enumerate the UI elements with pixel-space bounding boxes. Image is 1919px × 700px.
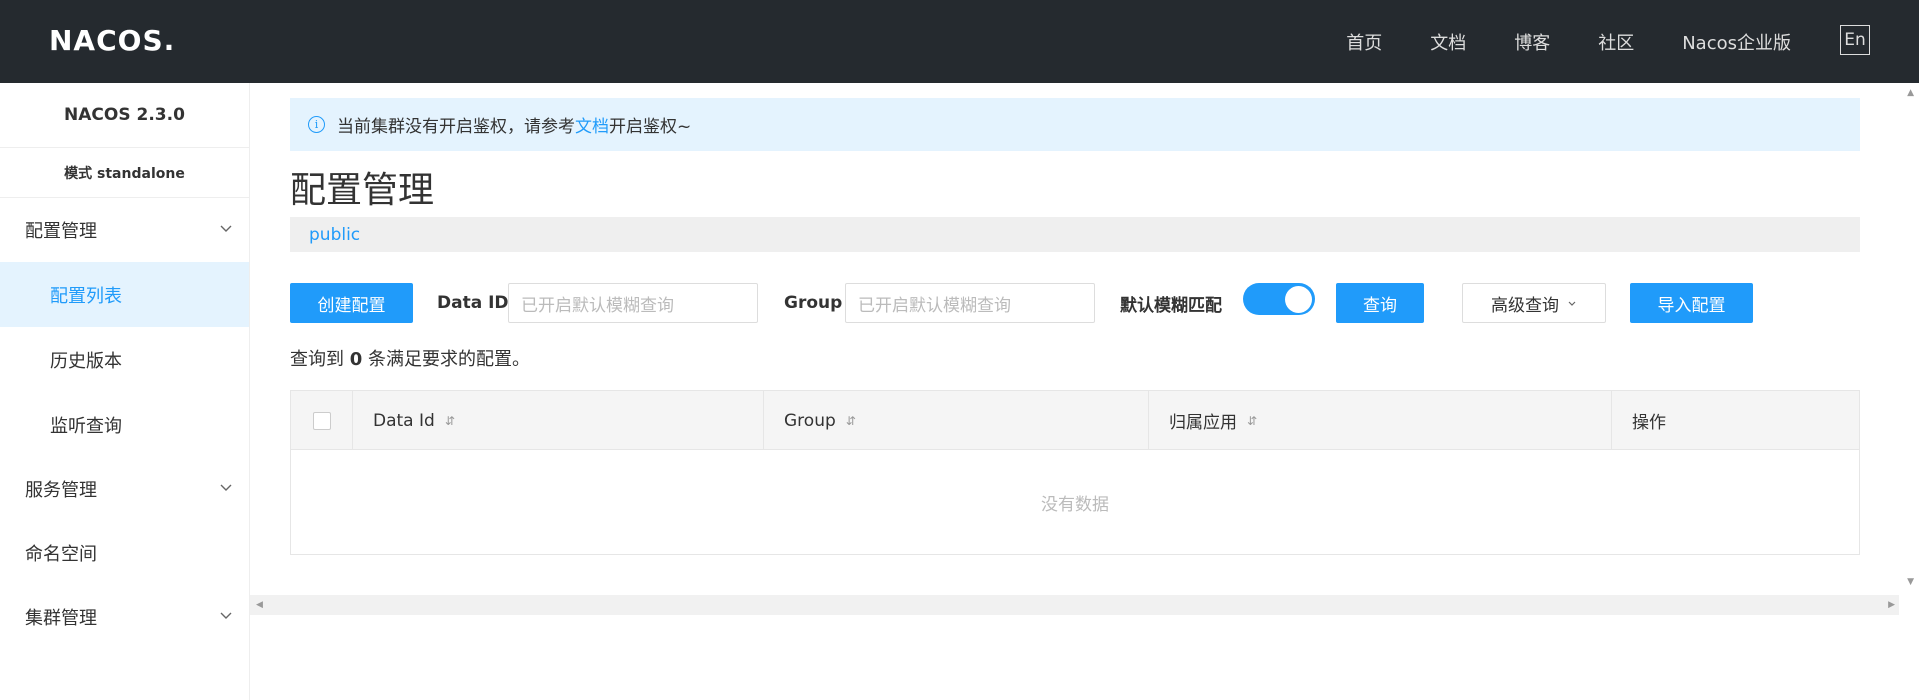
sort-icon[interactable]: ⇵ xyxy=(1247,414,1257,428)
search-toolbar: 创建配置 Data ID 已开启默认模糊查询 Group 已开启默认模糊查询 默… xyxy=(290,283,1860,323)
chevron-down-icon xyxy=(220,612,232,619)
top-nav: 首页 文档 博客 社区 Nacos企业版 xyxy=(1346,0,1791,83)
chevron-down-icon xyxy=(220,484,232,491)
nav-enterprise[interactable]: Nacos企业版 xyxy=(1682,29,1791,55)
result-suffix: 条满足要求的配置。 xyxy=(368,349,530,370)
advanced-query-label: 高级查询 xyxy=(1491,295,1559,316)
sidebar-item-history[interactable]: 历史版本 xyxy=(0,327,249,392)
sidebar-item-cluster-management[interactable]: 集群管理 xyxy=(0,585,249,649)
group-label: Group xyxy=(784,293,843,313)
sidebar-item-listener-query[interactable]: 监听查询 xyxy=(0,392,249,457)
data-id-label: Data ID xyxy=(437,293,509,313)
chevron-down-icon xyxy=(1568,301,1576,306)
auth-alert: i 当前集群没有开启鉴权，请参考 文档 开启鉴权~ xyxy=(290,98,1860,151)
result-prefix: 查询到 xyxy=(290,349,344,370)
nav-home[interactable]: 首页 xyxy=(1346,29,1382,55)
column-label: 操作 xyxy=(1632,413,1666,433)
column-data-id[interactable]: Data Id ⇵ xyxy=(353,391,764,450)
column-label: Data Id xyxy=(373,410,435,431)
sidebar-item-namespace[interactable]: 命名空间 xyxy=(0,521,249,585)
sidebar: NACOS 2.3.0 模式 standalone 配置管理 配置列表 历史版本… xyxy=(0,83,250,700)
select-all-checkbox[interactable] xyxy=(312,411,331,430)
toggle-knob xyxy=(1285,286,1312,313)
info-icon: i xyxy=(308,116,325,133)
namespace-bar: public xyxy=(290,217,1860,252)
logo-text: NACOS xyxy=(49,23,164,57)
vertical-scrollbar[interactable]: ▲ ▼ xyxy=(1899,83,1919,615)
chevron-down-icon xyxy=(220,225,232,232)
sidebar-item-config-list[interactable]: 配置列表 xyxy=(0,262,249,327)
query-button[interactable]: 查询 xyxy=(1336,283,1424,323)
sort-icon[interactable]: ⇵ xyxy=(445,414,455,428)
sidebar-item-label: 配置管理 xyxy=(25,221,97,242)
main-content: i 当前集群没有开启鉴权，请参考 文档 开启鉴权~ 配置管理 public 创建配置… xyxy=(250,83,1919,700)
result-summary: 查询到 0 条满足要求的配置。 xyxy=(290,345,530,371)
alert-docs-link[interactable]: 文档 xyxy=(575,112,609,137)
column-label: Group xyxy=(784,410,836,431)
alert-text-before: 当前集群没有开启鉴权，请参考 xyxy=(337,117,575,137)
group-input[interactable]: 已开启默认模糊查询 xyxy=(845,283,1095,323)
mode-label: 模式 standalone xyxy=(0,148,249,198)
sidebar-item-config-management[interactable]: 配置管理 xyxy=(0,198,249,262)
result-count: 0 xyxy=(349,349,363,370)
language-switch-button[interactable]: En xyxy=(1840,25,1870,55)
nav-community[interactable]: 社区 xyxy=(1598,29,1634,55)
page-title: 配置管理 xyxy=(290,170,435,211)
namespace-public[interactable]: public xyxy=(309,225,360,245)
config-table: Data Id ⇵ Group ⇵ 归属应用 ⇵ 操作 没有数据 xyxy=(290,390,1860,555)
column-actions: 操作 xyxy=(1612,391,1859,450)
sort-icon[interactable]: ⇵ xyxy=(846,414,856,428)
scroll-down-icon[interactable]: ▼ xyxy=(1907,577,1914,587)
version-label: NACOS 2.3.0 xyxy=(0,83,249,148)
logo-dot: . xyxy=(163,23,176,57)
scroll-left-icon[interactable]: ◀ xyxy=(256,600,263,610)
select-all-cell xyxy=(291,391,353,450)
top-header: NACOS. 首页 文档 博客 社区 Nacos企业版 En xyxy=(0,0,1919,83)
sidebar-item-label: 服务管理 xyxy=(25,480,97,501)
column-app[interactable]: 归属应用 ⇵ xyxy=(1149,391,1612,450)
scroll-up-icon[interactable]: ▲ xyxy=(1907,88,1914,98)
advanced-query-button[interactable]: 高级查询 xyxy=(1462,283,1606,323)
import-config-button[interactable]: 导入配置 xyxy=(1630,283,1753,323)
nav-docs[interactable]: 文档 xyxy=(1430,29,1466,55)
create-config-button[interactable]: 创建配置 xyxy=(290,283,413,323)
column-label: 归属应用 xyxy=(1169,413,1237,433)
empty-state: 没有数据 xyxy=(1041,494,1109,515)
alert-text-after: 开启鉴权~ xyxy=(609,117,692,137)
sidebar-item-label: 集群管理 xyxy=(25,608,97,629)
sidebar-item-service-management[interactable]: 服务管理 xyxy=(0,457,249,521)
table-header: Data Id ⇵ Group ⇵ 归属应用 ⇵ 操作 xyxy=(291,391,1859,450)
nav-blog[interactable]: 博客 xyxy=(1514,29,1550,55)
fuzzy-match-label: 默认模糊匹配 xyxy=(1120,295,1222,316)
scroll-right-icon[interactable]: ▶ xyxy=(1888,600,1895,610)
sidebar-item-label: 命名空间 xyxy=(25,544,97,565)
column-group[interactable]: Group ⇵ xyxy=(764,391,1149,450)
data-id-input[interactable]: 已开启默认模糊查询 xyxy=(508,283,758,323)
fuzzy-match-toggle[interactable] xyxy=(1243,283,1315,315)
horizontal-scrollbar[interactable]: ◀ ▶ xyxy=(250,595,1919,615)
nacos-logo[interactable]: NACOS. xyxy=(49,23,176,57)
